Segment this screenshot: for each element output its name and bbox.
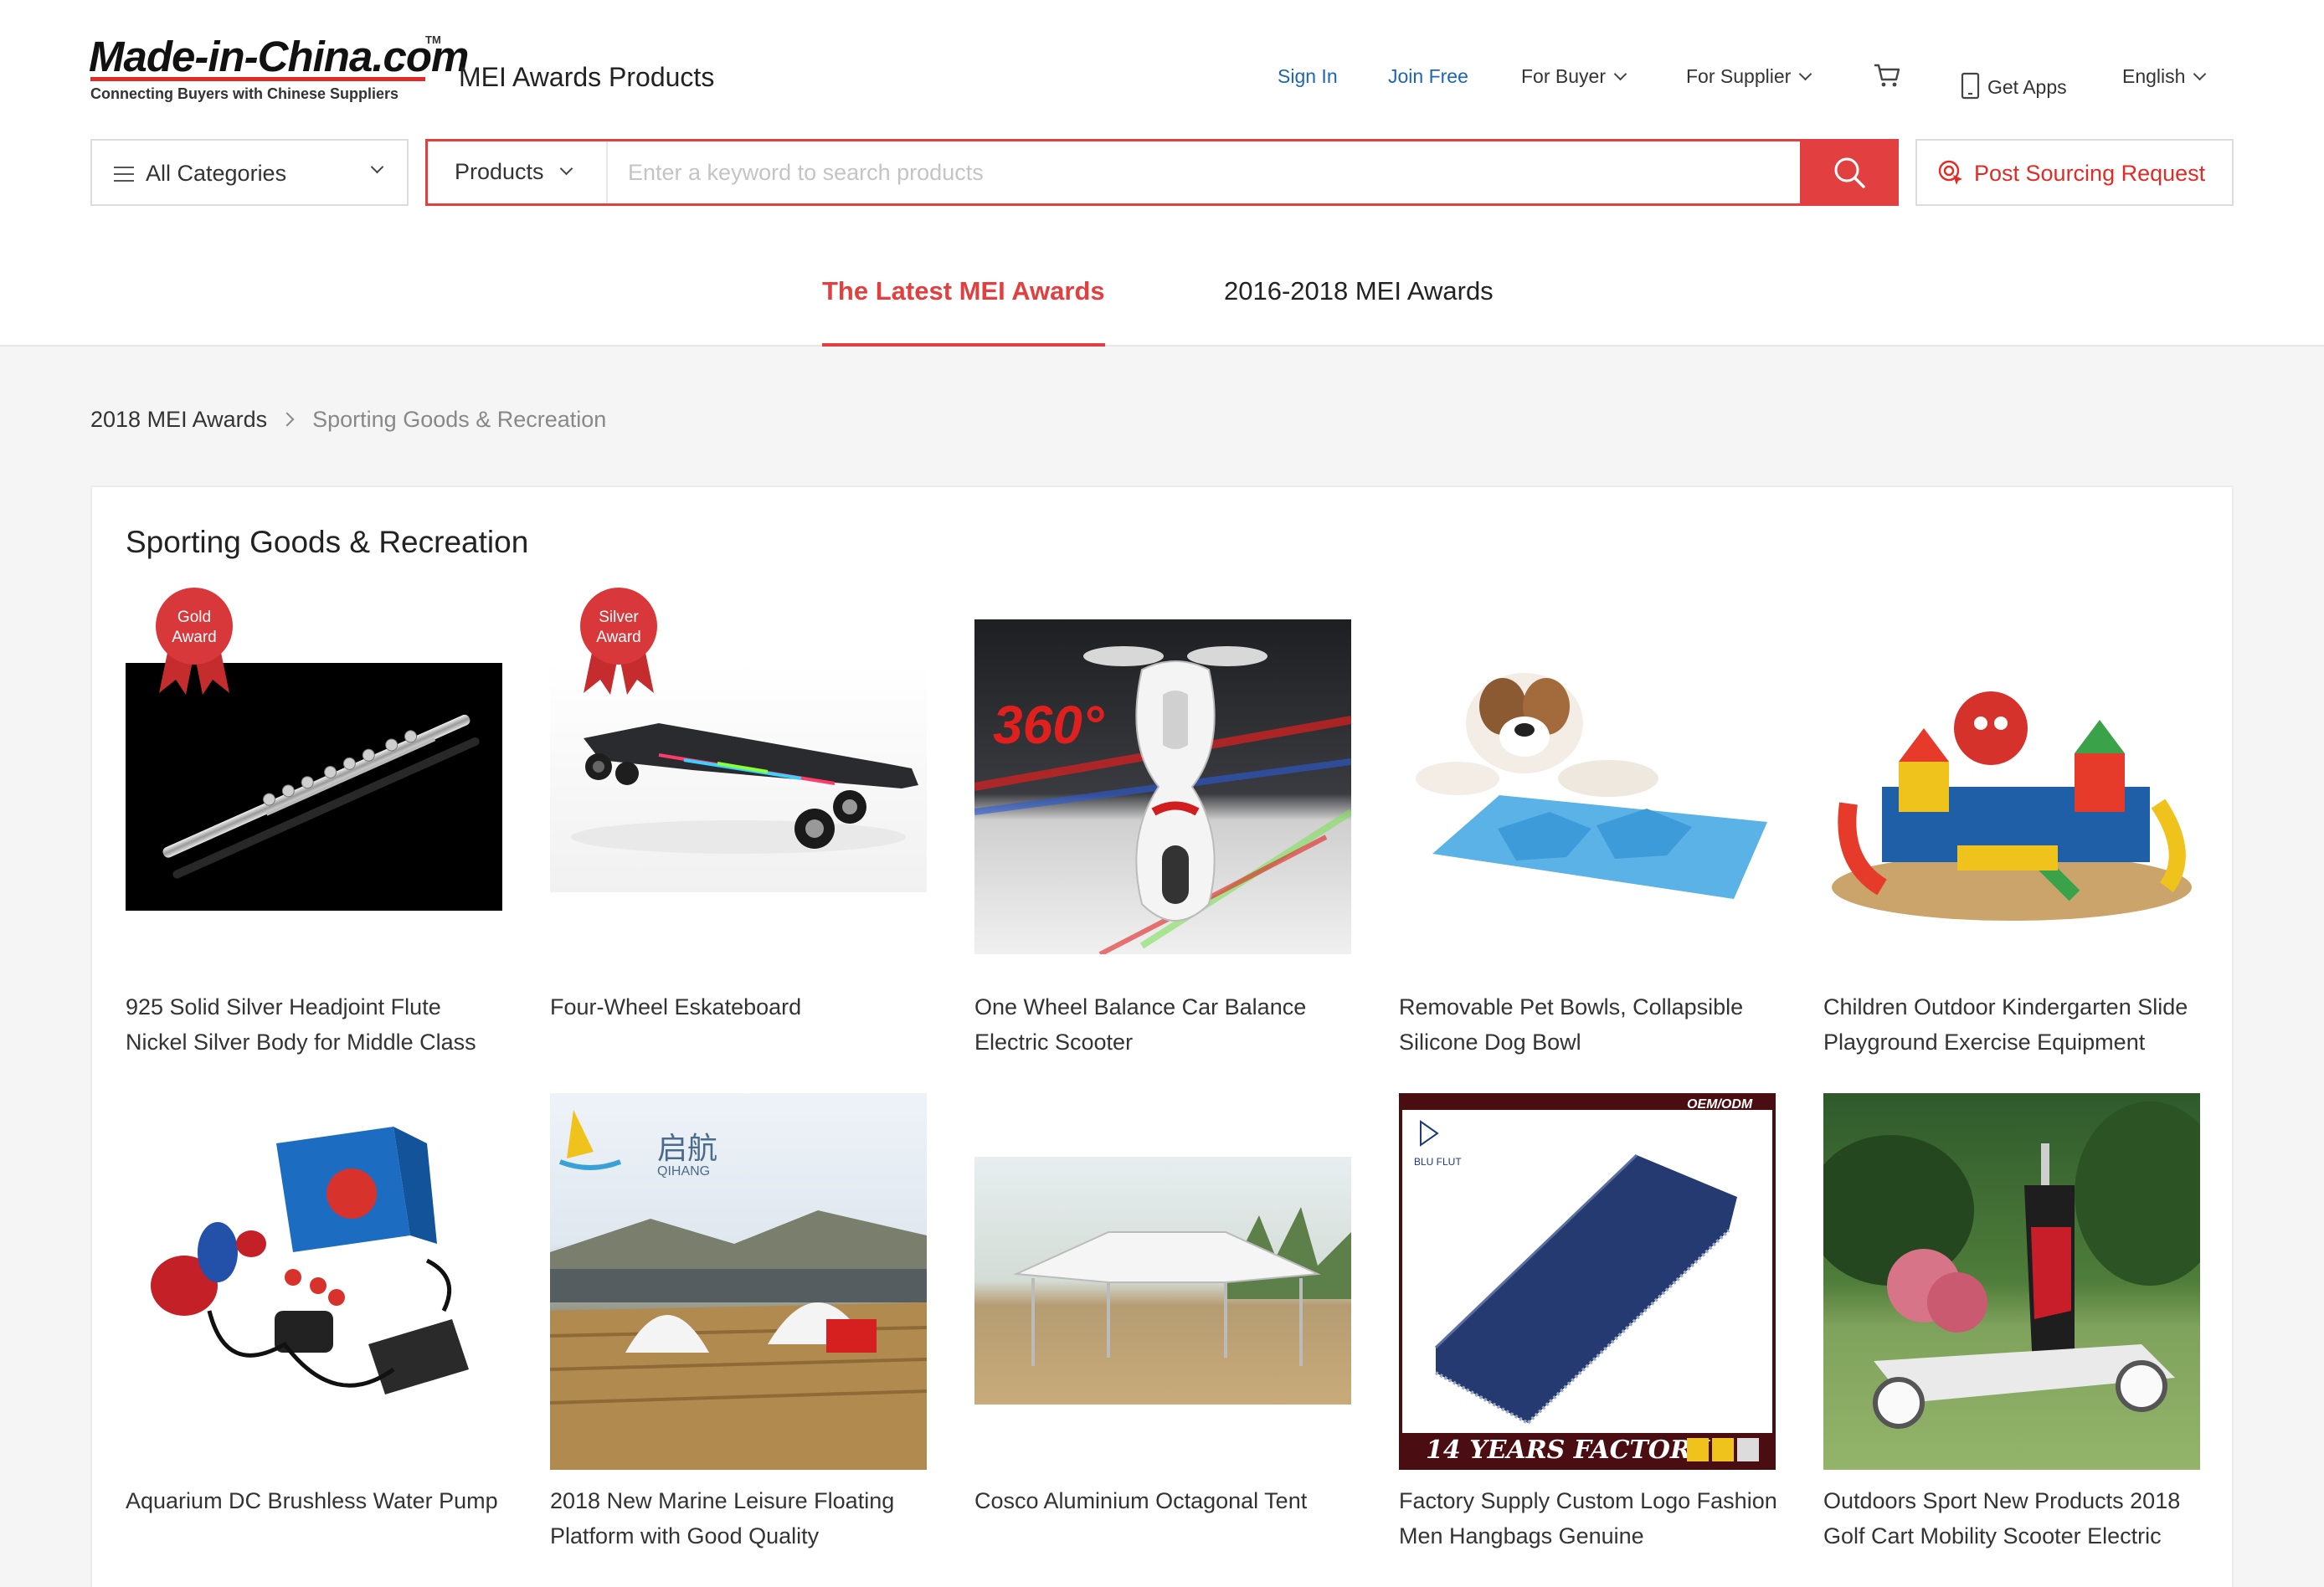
silver-award-badge: Silver Award bbox=[575, 586, 662, 695]
breadcrumb: 2018 MEI Awards Sporting Goods & Recreati… bbox=[90, 407, 606, 433]
product-image[interactable] bbox=[974, 1157, 1351, 1405]
search-button[interactable] bbox=[1800, 139, 1899, 206]
chevron-down-icon bbox=[1613, 67, 1627, 81]
image-oem-text: OEM/ODM bbox=[1687, 1097, 1753, 1112]
logo-wordmark: Made-in-China.com bbox=[89, 33, 469, 80]
get-apps-label: Get Apps bbox=[1987, 76, 2067, 98]
logo-trademark: TM bbox=[425, 33, 441, 46]
search-icon bbox=[1834, 157, 1865, 188]
award-label: Silver Award bbox=[596, 609, 641, 646]
playground-image bbox=[1832, 691, 2192, 921]
chevron-down-icon bbox=[1799, 67, 1812, 81]
product-card[interactable]: Children Outdoor Kindergarten Slide Play… bbox=[1823, 586, 2200, 1071]
for-supplier-label: For Supplier bbox=[1686, 65, 1792, 87]
search-type-dropdown[interactable]: Products bbox=[428, 141, 608, 203]
product-name[interactable]: Cosco Aluminium Octagonal Tent bbox=[974, 1483, 1355, 1518]
product-card[interactable]: Gold Award 925 Solid Silver Headjoint Fl… bbox=[126, 586, 502, 1071]
product-image[interactable] bbox=[550, 661, 927, 892]
image-factory-text: 14 YEARS FACTORY bbox=[1426, 1435, 1710, 1465]
image-brand-subtext: QIHANG bbox=[657, 1164, 710, 1179]
tab-2016-2018-mei-awards[interactable]: 2016-2018 MEI Awards bbox=[1224, 276, 1494, 347]
join-free-link[interactable]: Join Free bbox=[1388, 65, 1468, 88]
for-buyer-menu[interactable]: For Buyer bbox=[1521, 65, 1627, 88]
sign-in-link[interactable]: Sign In bbox=[1278, 65, 1338, 88]
chevron-down-icon bbox=[370, 160, 384, 174]
post-sourcing-request-button[interactable]: Post Sourcing Request bbox=[1915, 139, 2234, 206]
site-header: Made-in-China.com TM Connecting Buyers w… bbox=[0, 0, 2324, 347]
product-image[interactable]: OEM/ODM BLU FLUT 14 YEARS FACTORY bbox=[1399, 1093, 1776, 1470]
logo-underline bbox=[90, 77, 425, 81]
product-name[interactable]: 925 Solid Silver Headjoint Flute Nickel … bbox=[126, 989, 506, 1060]
skateboard-image bbox=[571, 723, 918, 854]
golf-scooter-image bbox=[1823, 1102, 2200, 1429]
get-apps-link[interactable]: Get Apps bbox=[1961, 65, 2067, 100]
product-card[interactable]: Silver Award Four-Wheel Eskateboard bbox=[550, 586, 927, 1071]
cart-icon[interactable] bbox=[1873, 63, 1901, 88]
chevron-right-icon bbox=[280, 412, 295, 427]
search-type-label: Products bbox=[455, 159, 544, 184]
product-card[interactable]: 启航 QIHANG 2018 New Marine Leisure Floati… bbox=[550, 1093, 927, 1562]
product-image[interactable] bbox=[126, 1093, 502, 1470]
octagonal-tent-image bbox=[1013, 1207, 1351, 1366]
section-title: Sporting Goods & Recreation bbox=[126, 525, 529, 559]
breadcrumb-current: Sporting Goods & Recreation bbox=[312, 407, 607, 432]
chevron-down-icon bbox=[559, 162, 573, 176]
product-image[interactable] bbox=[1823, 636, 2200, 946]
category-label: All Categories bbox=[146, 161, 287, 186]
product-name[interactable]: Outdoors Sport New Products 2018 Golf Ca… bbox=[1823, 1483, 2204, 1554]
search-bar: Products bbox=[425, 139, 1899, 206]
site-logo[interactable]: Made-in-China.com TM Connecting Buyers w… bbox=[89, 28, 469, 112]
for-buyer-label: For Buyer bbox=[1521, 65, 1606, 87]
product-name[interactable]: 2018 New Marine Leisure Floating Platfor… bbox=[550, 1483, 931, 1554]
product-name[interactable]: Children Outdoor Kindergarten Slide Play… bbox=[1823, 989, 2204, 1060]
category-dropdown[interactable]: All Categories bbox=[90, 139, 409, 206]
product-image[interactable] bbox=[126, 663, 502, 911]
leather-wallet-image: OEM/ODM BLU FLUT 14 YEARS FACTORY bbox=[1402, 1097, 1772, 1466]
product-card[interactable]: Aquarium DC Brushless Water Pump bbox=[126, 1093, 502, 1562]
chevron-down-icon bbox=[2193, 67, 2207, 81]
floating-platform-image: 启航 QIHANG bbox=[550, 1110, 927, 1470]
menu-icon bbox=[114, 167, 134, 182]
balance-scooter-image: 360° bbox=[974, 646, 1351, 954]
product-name[interactable]: Aquarium DC Brushless Water Pump bbox=[126, 1483, 506, 1518]
breadcrumb-parent-link[interactable]: 2018 MEI Awards bbox=[90, 407, 267, 432]
flute-image bbox=[162, 714, 480, 879]
product-image[interactable] bbox=[1823, 1093, 2200, 1470]
language-label: English bbox=[2122, 65, 2186, 87]
for-supplier-menu[interactable]: For Supplier bbox=[1686, 65, 1812, 88]
product-card[interactable]: OEM/ODM BLU FLUT 14 YEARS FACTORY Factor… bbox=[1399, 1093, 1777, 1562]
site-section-title: MEI Awards Products bbox=[459, 62, 715, 92]
award-label: Gold Award bbox=[172, 609, 217, 646]
sourcing-request-icon bbox=[1938, 160, 1962, 185]
product-card[interactable]: 360° One Wheel Balance Car Balance Elect… bbox=[974, 586, 1351, 1071]
image-brand-text: BLU FLUT bbox=[1414, 1156, 1462, 1168]
product-card[interactable]: Outdoors Sport New Products 2018 Golf Ca… bbox=[1823, 1093, 2200, 1562]
tab-latest-mei-awards[interactable]: The Latest MEI Awards bbox=[822, 276, 1105, 347]
language-selector[interactable]: English bbox=[2122, 65, 2207, 88]
product-image[interactable]: 启航 QIHANG bbox=[550, 1093, 927, 1470]
post-sourcing-request-label: Post Sourcing Request bbox=[1974, 161, 2206, 186]
product-name[interactable]: One Wheel Balance Car Balance Electric S… bbox=[974, 989, 1355, 1060]
image-brand-text: 启航 bbox=[657, 1132, 717, 1166]
product-image[interactable] bbox=[1399, 636, 1776, 946]
product-name[interactable]: Four-Wheel Eskateboard bbox=[550, 989, 931, 1025]
product-image[interactable]: 360° bbox=[974, 619, 1351, 954]
gold-award-badge: Gold Award bbox=[151, 586, 238, 695]
product-name[interactable]: Factory Supply Custom Logo Fashion Men H… bbox=[1399, 1483, 1780, 1554]
product-name[interactable]: Removable Pet Bowls, Collapsible Silicon… bbox=[1399, 989, 1780, 1060]
image-overlay-text: 360° bbox=[993, 695, 1104, 755]
logo-tagline: Connecting Buyers with Chinese Suppliers bbox=[90, 85, 399, 102]
water-pump-image bbox=[151, 1127, 469, 1394]
pet-bowls-image bbox=[1416, 673, 1767, 899]
product-card[interactable]: Cosco Aluminium Octagonal Tent bbox=[974, 1093, 1351, 1562]
mobile-phone-icon bbox=[1961, 72, 1980, 100]
search-input[interactable] bbox=[609, 141, 1807, 203]
product-card[interactable]: Removable Pet Bowls, Collapsible Silicon… bbox=[1399, 586, 1776, 1071]
